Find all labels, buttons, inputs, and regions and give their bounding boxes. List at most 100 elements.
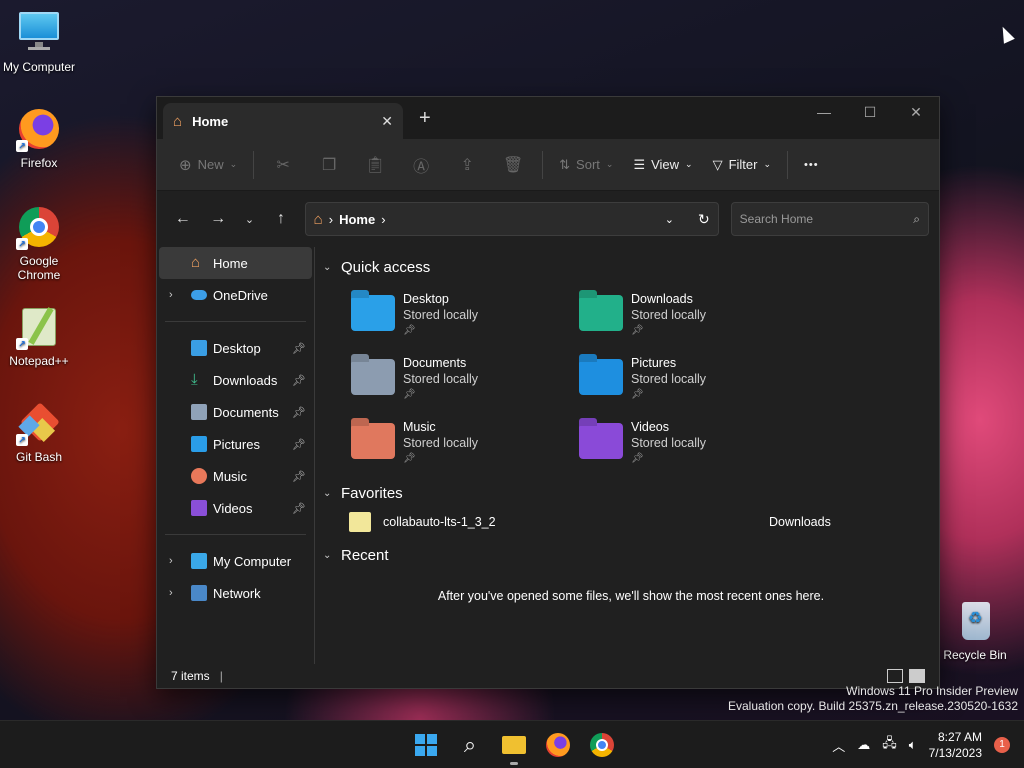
chevron-right-icon[interactable]: › (169, 555, 173, 567)
filter-button[interactable]: ▽ Filter ⌄ (703, 149, 781, 181)
quick-access-header[interactable]: ⌄ Quick access (323, 253, 939, 281)
quick-access-item-music[interactable]: Music Stored locally 📌︎ (351, 419, 579, 469)
desktop-icon-recycle-bin[interactable]: ♻ Recycle Bin (936, 598, 1014, 662)
cut-button[interactable]: ✂ (260, 149, 306, 181)
home-icon: ⌂ (173, 112, 183, 130)
item-name: Desktop (403, 292, 449, 306)
pin-icon: 📌︎ (631, 453, 644, 464)
trash-icon: 🗑︎ (502, 156, 524, 174)
view-button[interactable]: ☰ View ⌄ (623, 149, 702, 181)
maximize-button[interactable]: ☐ (847, 97, 893, 127)
quick-access-item-documents[interactable]: Documents Stored locally 📌︎ (351, 355, 579, 405)
desktop-icon-google-chrome[interactable]: ↗ Google Chrome (0, 204, 78, 282)
back-button[interactable]: ← (167, 203, 198, 235)
close-window-button[interactable]: ✕ (893, 97, 939, 127)
network-disconnected-icon[interactable]: ☁ (857, 737, 870, 753)
quick-access-item-pictures[interactable]: Pictures Stored locally 📌︎ (579, 355, 807, 405)
chevron-right-icon[interactable]: › (169, 289, 173, 301)
favorite-item[interactable]: collabauto-lts-1_3_2 Downloads (323, 507, 939, 537)
forward-button[interactable]: → (202, 203, 233, 235)
item-name: Videos (631, 420, 669, 434)
desktop-icon-my-computer[interactable]: My Computer (0, 10, 78, 74)
clock[interactable]: 8:27 AM 7/13/2023 (929, 729, 982, 761)
paste-button[interactable]: 📋︎ (352, 149, 398, 181)
tab-home[interactable]: ⌂ Home ✕ (163, 103, 403, 139)
sidebar-item-desktop[interactable]: Desktop 📌︎ (159, 332, 312, 364)
share-button[interactable]: ⇪ (444, 149, 490, 181)
refresh-icon[interactable]: ↻ (698, 211, 710, 228)
address-history-chevron-icon[interactable]: ⌄ (665, 213, 674, 226)
delete-button[interactable]: 🗑︎ (490, 149, 536, 181)
sidebar-item-videos[interactable]: Videos 📌︎ (159, 492, 312, 524)
pin-icon: 📌︎ (292, 502, 306, 515)
taskbar-firefox[interactable] (540, 729, 576, 761)
recent-header[interactable]: ⌄ Recent (323, 541, 939, 569)
chevron-up-icon[interactable]: ︿ (832, 736, 845, 755)
up-button[interactable]: ↑ (265, 203, 296, 235)
content-pane: ⌄ Quick access Desktop Stored locally 📌︎… (315, 247, 939, 664)
volume-icon[interactable]: 🔈︎ (909, 737, 917, 753)
close-tab-icon[interactable]: ✕ (381, 113, 393, 130)
download-arrow-icon: ⤓ (191, 371, 198, 388)
taskbar-file-explorer[interactable] (496, 729, 532, 765)
cloud-icon (191, 290, 207, 300)
rename-button[interactable]: Ⓐ (398, 149, 444, 181)
item-status: Stored locally (631, 436, 707, 450)
quick-access-item-desktop[interactable]: Desktop Stored locally 📌︎ (351, 291, 579, 341)
breadcrumb-separator: › (328, 211, 334, 227)
network-icon (191, 585, 207, 601)
title-bar: ⌂ Home ✕ + — ☐ ✕ (157, 97, 939, 139)
details-view-icon[interactable] (887, 669, 903, 683)
taskbar-search-button[interactable]: ⌕ (452, 729, 488, 761)
archive-file-icon (349, 512, 371, 532)
items-count: 7 items (171, 669, 210, 683)
favorites-header[interactable]: ⌄ Favorites (323, 479, 939, 507)
more-options-button[interactable]: ••• (794, 149, 829, 181)
recent-empty-message: After you've opened some files, we'll sh… (437, 589, 825, 603)
sidebar-item-network[interactable]: › Network (159, 577, 312, 609)
desktop-icon-firefox[interactable]: ↗ Firefox (0, 106, 78, 170)
sidebar-item-label: Music (213, 468, 247, 484)
new-tab-button[interactable]: + (419, 107, 431, 130)
item-status: Stored locally (631, 372, 707, 386)
item-name: Music (403, 420, 436, 434)
quick-access-item-videos[interactable]: Videos Stored locally 📌︎ (579, 419, 807, 469)
desktop-icon-notepad-plus-plus[interactable]: ↗ Notepad++ (0, 304, 78, 368)
item-status: Stored locally (403, 372, 479, 386)
pin-icon: 📌︎ (403, 325, 416, 336)
pin-icon: 📌︎ (403, 389, 416, 400)
sidebar-item-label: Pictures (213, 436, 260, 452)
watermark-line: Windows 11 Pro Insider Preview (846, 684, 1018, 698)
search-icon[interactable]: ⌕ (913, 212, 920, 227)
sidebar-item-onedrive[interactable]: › OneDrive (159, 279, 312, 311)
ethernet-icon[interactable]: 🖧︎ (882, 734, 897, 756)
taskbar-chrome[interactable] (584, 729, 620, 761)
chevron-right-icon[interactable]: › (169, 587, 173, 599)
chevron-down-icon: ⌄ (685, 159, 693, 169)
sidebar-item-pictures[interactable]: Pictures 📌︎ (159, 428, 312, 460)
arrow-left-icon: ← (174, 210, 191, 227)
chevron-down-icon: ⌄ (323, 487, 332, 499)
sidebar-item-home[interactable]: ⌂ Home (159, 247, 312, 279)
notification-badge[interactable]: 1 (994, 737, 1010, 753)
clock-date: 7/13/2023 (928, 746, 982, 760)
sidebar-item-my-computer[interactable]: › My Computer (159, 545, 312, 577)
new-button[interactable]: ⊕ New ⌄ (169, 149, 247, 181)
sidebar-item-downloads[interactable]: ⤓ Downloads 📌︎ (159, 364, 312, 396)
copy-button[interactable]: ❐ (306, 149, 352, 181)
file-explorer-window: ⌂ Home ✕ + — ☐ ✕ ⊕ New ⌄ ✂ ❐ 📋︎ Ⓐ ⇪ 🗑︎ ⇅… (156, 96, 940, 689)
recent-locations-button[interactable]: ⌄ (238, 203, 262, 235)
search-input[interactable] (739, 212, 914, 226)
address-bar[interactable]: ⌂ › Home › ⌄ ↻ (304, 202, 719, 236)
desktop-icon-label: Google Chrome (17, 254, 61, 282)
sidebar-item-label: My Computer (213, 553, 292, 569)
start-button[interactable] (408, 729, 444, 761)
minimize-button[interactable]: — (801, 97, 847, 127)
sort-button[interactable]: ⇅ Sort ⌄ (549, 149, 623, 181)
sidebar-item-documents[interactable]: Documents 📌︎ (159, 396, 312, 428)
breadcrumb-home[interactable]: Home (339, 212, 375, 227)
sidebar-item-music[interactable]: Music 📌︎ (159, 460, 312, 492)
tiles-view-icon[interactable] (909, 669, 925, 683)
desktop-icon-git-bash[interactable]: ↗ Git Bash (0, 400, 78, 464)
quick-access-item-downloads[interactable]: Downloads Stored locally 📌︎ (579, 291, 807, 341)
